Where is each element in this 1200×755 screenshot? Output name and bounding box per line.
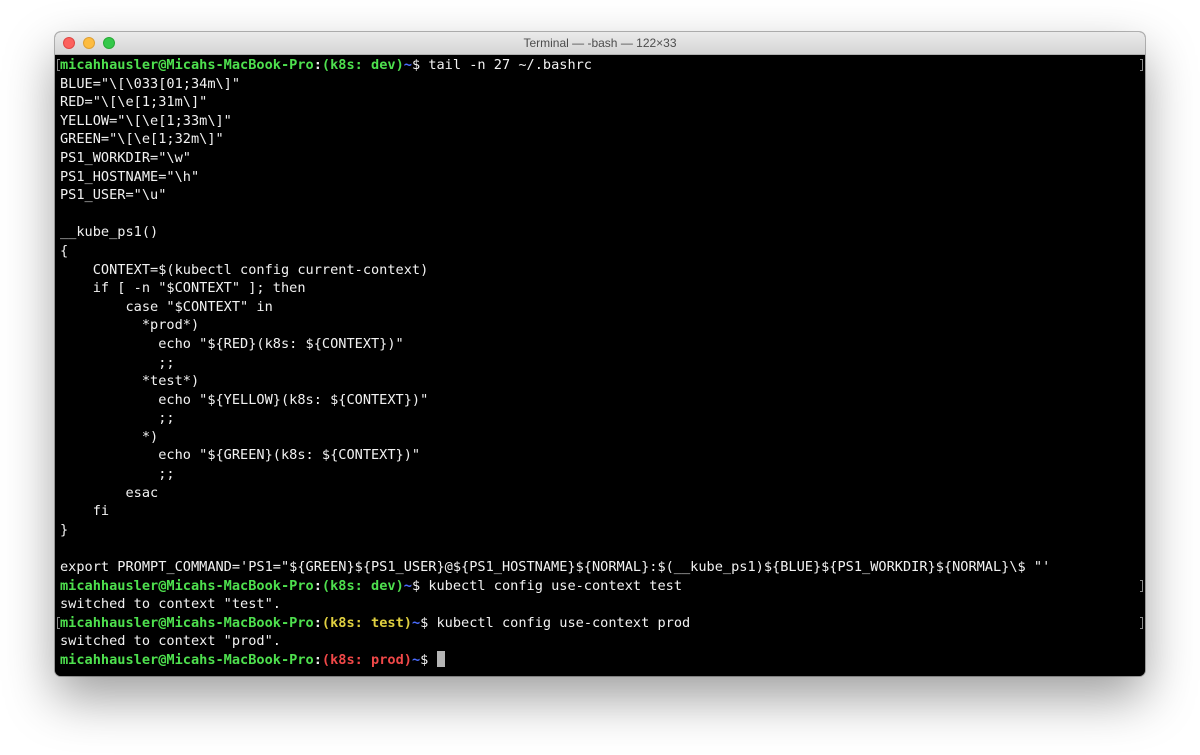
command-text: kubectl config use-context test [428,577,683,594]
mark-bracket-right [1140,617,1143,629]
output-line: fi [60,503,110,520]
prompt-colon: : [313,652,322,668]
prompt-user-host: micahhausler@Micahs-MacBook-Pro [60,577,314,594]
prompt-user-host: micahhausler@Micahs-MacBook-Pro [60,614,314,631]
prompt-dollar: $ [411,577,429,594]
output-line: GREEN="\[\e[1;32m\]" [60,131,224,148]
prompt-user-host: micahhausler@Micahs-MacBook-Pro [60,57,314,73]
output-line: echo "${RED}(k8s: ${CONTEXT})" [60,335,404,352]
output-line: RED="\[\e[1;31m\]" [60,94,208,111]
terminal-lines: micahhausler@Micahs-MacBook-Pro:(k8s: de… [60,56,1140,670]
output-line: CONTEXT=$(kubectl config current-context… [60,261,429,278]
output-line: *) [60,428,159,445]
prompt-working-dir: ~ [403,577,412,594]
output-line: esac [60,484,159,501]
output-line: *test*) [60,373,200,390]
output-line: case "$CONTEXT" in [60,298,273,315]
output-line: if [ -n "$CONTEXT" ]; then [60,280,306,297]
title-bar[interactable]: Terminal — -bash — 122×33 [55,32,1145,55]
output-line: ;; [60,466,175,483]
window-title: Terminal — -bash — 122×33 [523,36,677,50]
output-line: } [60,521,69,538]
terminal-content[interactable]: micahhausler@Micahs-MacBook-Pro:(k8s: de… [55,55,1145,676]
output-line: { [60,242,69,259]
prompt-line: micahhausler@Micahs-MacBook-Pro:(k8s: te… [60,614,1140,633]
output-line: PS1_WORKDIR="\w" [60,149,191,166]
prompt-k8s-context: (k8s: dev) [321,57,404,73]
output-line: ;; [60,354,175,371]
output-line: switched to context "prod". [60,633,281,650]
output-line: *prod*) [60,317,200,334]
prompt-working-dir: ~ [411,614,421,631]
command-text: tail -n 27 ~/.bashrc [428,57,592,73]
output-line: echo "${GREEN}(k8s: ${CONTEXT})" [60,447,421,464]
prompt-line: micahhausler@Micahs-MacBook-Pro:(k8s: de… [60,56,1140,75]
output-line: export PROMPT_COMMAND='PS1="${GREEN}${PS… [60,559,1051,576]
output-line: YELLOW="\[\e[1;33m\]" [60,112,232,129]
prompt-dollar: $ [411,57,429,73]
prompt-colon: : [313,57,322,73]
terminal-window: Terminal — -bash — 122×33 micahhausler@M… [55,32,1145,676]
prompt-line: micahhausler@Micahs-MacBook-Pro:(k8s: pr… [60,651,1140,670]
output-line: ;; [60,410,175,427]
prompt-working-dir: ~ [403,57,412,73]
prompt-line: micahhausler@Micahs-MacBook-Pro:(k8s: de… [60,577,1140,596]
prompt-working-dir: ~ [411,652,421,668]
output-line: BLUE="\[\033[01;34m\]" [60,75,241,92]
prompt-colon: : [313,577,322,594]
mark-bracket-right [1140,59,1143,71]
prompt-k8s-context: (k8s: dev) [321,577,404,594]
prompt-user-host: micahhausler@Micahs-MacBook-Pro [60,652,314,668]
output-line: PS1_HOSTNAME="\h" [60,168,200,185]
output-line: PS1_USER="\u" [60,187,167,204]
prompt-k8s-context: (k8s: prod) [321,652,412,668]
text-cursor[interactable] [436,651,445,667]
output-line: echo "${YELLOW}(k8s: ${CONTEXT})" [60,391,429,408]
prompt-dollar: $ [420,652,437,668]
output-line: __kube_ps1() [60,224,159,241]
prompt-colon: : [313,614,322,631]
output-line: switched to context "test". [60,596,281,613]
command-text: kubectl config use-context prod [436,614,691,631]
prompt-dollar: $ [420,614,437,631]
prompt-k8s-context: (k8s: test) [321,614,412,631]
mark-bracket-right [1140,580,1143,592]
